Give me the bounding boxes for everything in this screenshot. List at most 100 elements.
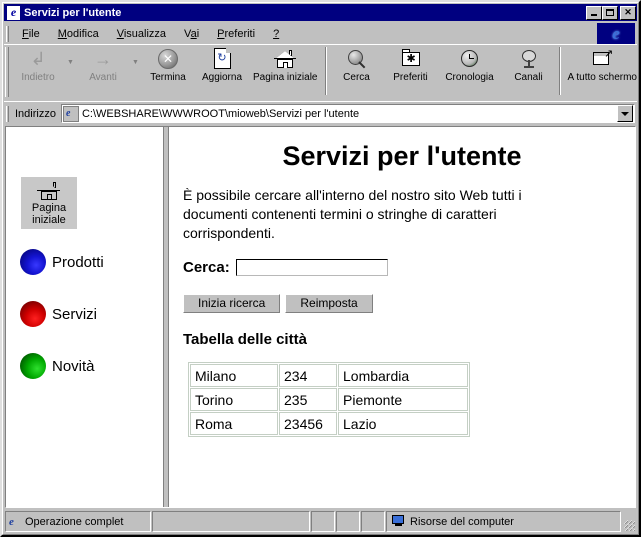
sidebar-item-servizi[interactable]: Servizi [20, 301, 97, 327]
status-zone-pane: Risorse del computer [386, 511, 621, 532]
table-cell-region: Lazio [338, 412, 468, 435]
toolbar-button-stop[interactable]: ✕ Termina [141, 45, 195, 83]
table-cell-code: 235 [279, 388, 337, 411]
content-frame: Servizi per l'utente È possibile cercare… [169, 127, 635, 507]
addressbar-grip[interactable] [6, 105, 9, 122]
table-row: Milano 234 Lombardia [190, 364, 468, 387]
cities-table-body: Milano 234 Lombardia Torino 235 Piemonte… [190, 364, 468, 435]
status-message-pane: e Operazione complet [5, 511, 151, 532]
status-message: Operazione complet [25, 515, 124, 528]
table-row: Roma 23456 Lazio [190, 412, 468, 435]
resize-grip[interactable] [622, 511, 636, 532]
menu-item-visualizza[interactable]: Visualizza [108, 26, 175, 42]
menu-item-file[interactable]: FFileile [13, 26, 49, 42]
status-indicator-1 [311, 511, 335, 532]
start-search-button[interactable]: Inizia ricerca [183, 294, 281, 313]
toolbar-button-search-label: Cerca [343, 72, 370, 83]
minimize-button[interactable] [586, 5, 602, 20]
menu-item-modifica[interactable]: Modifica [49, 26, 108, 42]
page-icon: e [62, 105, 79, 122]
toolbar-button-refresh[interactable]: ↻ Aggiorna [195, 45, 249, 83]
sidebar-home-line1: Pagina [31, 201, 67, 214]
toolbar-grip[interactable] [5, 47, 9, 97]
menu-bar: FFileile Modifica Visualizza Vai Preferi… [4, 23, 637, 44]
maximize-button[interactable] [602, 5, 618, 20]
menu-item-help[interactable]: ? [264, 26, 288, 42]
history-clock-icon [458, 47, 482, 71]
toolbar-button-history-label: Cronologia [445, 72, 494, 83]
menu-item-vai[interactable]: Vai [175, 26, 208, 42]
back-dropdown-arrow-icon[interactable]: ▼ [65, 45, 76, 66]
maximize-icon [606, 9, 614, 16]
toolbar-button-favorites[interactable]: ✱ Preferiti [384, 45, 438, 83]
window-title: Servizi per l'utente [24, 6, 122, 19]
status-bar: e Operazione complet Risorse del compute… [5, 511, 636, 532]
ie-icon: e [9, 515, 14, 528]
red-sphere-icon [20, 301, 46, 327]
intro-paragraph: È possibile cercare all'interno del nost… [183, 187, 522, 241]
my-computer-icon [391, 515, 406, 528]
table-cell-code: 234 [279, 364, 337, 387]
form-button-row: Inizia ricerca Reimposta [183, 294, 621, 313]
favorites-folder-icon: ✱ [399, 47, 423, 71]
navigation-frame: Pagina iniziale Prodotti Servizi Novità [6, 127, 163, 507]
close-button[interactable]: ✕ [620, 5, 636, 20]
toolbar-button-home[interactable]: Pagina iniziale [249, 45, 322, 83]
search-form-row: Cerca: [183, 259, 621, 276]
green-sphere-icon [20, 353, 46, 379]
status-indicator-3 [361, 511, 385, 532]
forward-arrow-icon: → [94, 49, 112, 69]
toolbar-button-forward[interactable]: → Avanti [76, 45, 130, 83]
address-combobox[interactable]: e C:\WEBSHARE\WWWROOT\mioweb\Servizi per… [60, 104, 635, 123]
cities-table: Milano 234 Lombardia Torino 235 Piemonte… [188, 362, 470, 437]
stop-icon: ✕ [156, 47, 180, 71]
search-label: Cerca: [183, 259, 230, 276]
toolbar-button-fullscreen[interactable]: ↗ A tutto schermo [564, 45, 641, 84]
table-row: Torino 235 Piemonte [190, 388, 468, 411]
forward-dropdown-arrow-icon[interactable]: ▼ [130, 45, 141, 66]
toolbar-button-forward-label: Avanti [89, 72, 117, 83]
channels-dish-icon [517, 47, 541, 71]
sidebar-item-prodotti-label: Prodotti [52, 253, 104, 271]
toolbar-separator-2 [558, 47, 561, 95]
toolbar-button-refresh-label: Aggiorna [201, 72, 243, 83]
status-indicator-2 [336, 511, 360, 532]
menubar-grip[interactable] [6, 25, 9, 42]
sidebar-item-novita[interactable]: Novità [20, 353, 95, 379]
main-toolbar: ↲ Indietro ▼ → Avanti ▼ ✕ Termina ↻ Aggi… [4, 44, 637, 101]
address-label: Indirizzo [15, 107, 56, 120]
ie-logo-icon: e [612, 24, 620, 43]
toolbar-button-stop-label: Termina [150, 72, 186, 83]
toolbar-button-search[interactable]: Cerca [330, 45, 384, 83]
menu-item-preferiti[interactable]: Preferiti [208, 26, 264, 42]
table-cell-city: Torino [190, 388, 278, 411]
address-bar: Indirizzo e C:\WEBSHARE\WWWROOT\mioweb\S… [4, 101, 637, 125]
toolbar-button-back-label: Indietro [21, 72, 55, 83]
window-controls: ✕ [586, 5, 636, 20]
ie-animated-logo: e [597, 23, 635, 44]
home-icon [273, 47, 297, 71]
sidebar-item-prodotti[interactable]: Prodotti [20, 249, 104, 275]
address-input[interactable]: C:\WEBSHARE\WWWROOT\mioweb\Servizi per l… [82, 108, 617, 120]
page-title: Servizi per l'utente [282, 141, 522, 171]
reset-button[interactable]: Reimposta [285, 294, 373, 313]
search-input[interactable] [235, 259, 388, 276]
search-globe-icon [345, 47, 369, 71]
sidebar-item-servizi-label: Servizi [52, 305, 98, 323]
table-cell-region: Piemonte [338, 388, 468, 411]
ie-document-icon: e [5, 5, 21, 20]
blue-sphere-icon [20, 249, 46, 275]
sidebar-home-button[interactable]: Pagina iniziale [21, 177, 77, 229]
browser-client-area: Pagina iniziale Prodotti Servizi Novità [5, 126, 636, 508]
title-bar: e Servizi per l'utente ✕ [4, 4, 637, 21]
home-icon [36, 181, 62, 201]
toolbar-button-fullscreen-label: A tutto schermo [567, 72, 637, 83]
fullscreen-icon: ↗ [590, 47, 614, 71]
toolbar-button-channels[interactable]: Canali [502, 45, 556, 83]
table-cell-city: Roma [190, 412, 278, 435]
toolbar-button-back[interactable]: ↲ Indietro [11, 45, 65, 83]
sidebar-item-novita-label: Novità [52, 357, 95, 375]
toolbar-button-history[interactable]: Cronologia [438, 45, 502, 83]
address-dropdown-button[interactable] [617, 105, 633, 122]
close-icon: ✕ [624, 7, 632, 17]
